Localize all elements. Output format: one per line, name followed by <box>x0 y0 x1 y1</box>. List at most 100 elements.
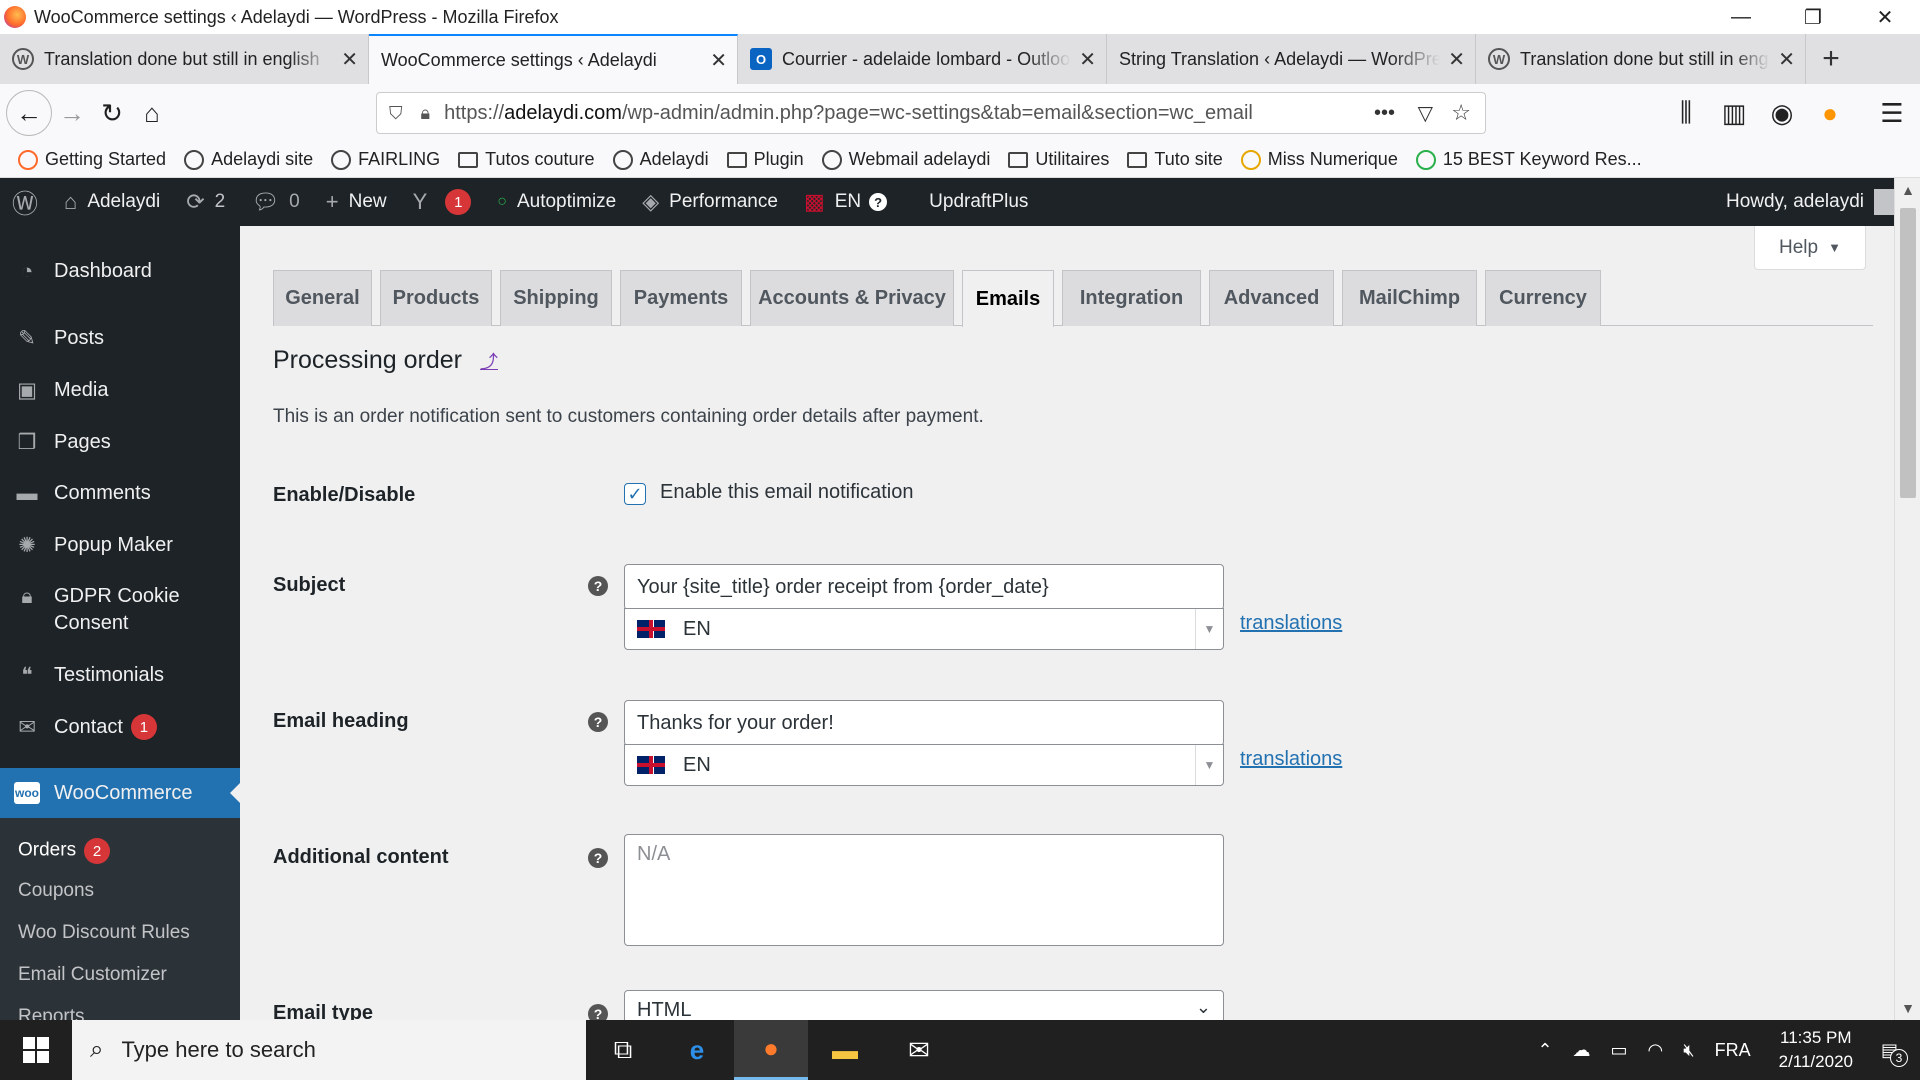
browser-tab[interactable]: String Translation ‹ Adelaydi — WordPres… <box>1107 34 1476 84</box>
bookmark[interactable]: Webmail adelaydi <box>821 149 990 170</box>
task-view-icon[interactable]: ⧉ <box>586 1020 660 1080</box>
submenu-email-customizer[interactable]: Email Customizer <box>18 964 167 986</box>
heading-translations-link[interactable]: translations <box>1240 748 1342 771</box>
adminbar-yoast[interactable]: Y1 <box>413 189 472 215</box>
bookmark[interactable]: Adelaydi site <box>184 149 313 170</box>
sidebar-item-posts[interactable]: ✎ Posts <box>0 325 240 352</box>
mail-icon[interactable]: ✉ <box>882 1020 956 1080</box>
browser-tab[interactable]: W Translation done but still in english … <box>0 34 369 84</box>
account-icon[interactable]: ◉ <box>1762 93 1802 133</box>
bookmark[interactable]: Tuto site <box>1127 149 1223 170</box>
bookmark[interactable]: FAIRLING <box>331 149 440 170</box>
adminbar-updraft[interactable]: UpdraftPlus <box>929 191 1028 213</box>
close-tab-icon[interactable]: ✕ <box>341 47 358 72</box>
extension-icon[interactable]: ● <box>1810 93 1850 133</box>
tab-accounts-privacy[interactable]: Accounts & Privacy <box>750 270 954 326</box>
help-tip-icon[interactable]: ? <box>588 712 608 732</box>
close-tab-icon[interactable]: ✕ <box>1778 47 1795 72</box>
adminbar-site[interactable]: ⌂ Adelaydi <box>64 189 160 215</box>
tab-currency[interactable]: Currency <box>1485 270 1601 326</box>
help-button[interactable]: Help ▼ <box>1754 226 1866 270</box>
battery-icon[interactable]: ▭ <box>1611 1040 1628 1061</box>
enable-checkbox-label[interactable]: Enable this email notification <box>660 481 913 504</box>
wifi-icon[interactable]: ◠ <box>1648 1040 1664 1061</box>
up-link-icon[interactable]: ⤴ <box>480 352 498 372</box>
sidebar-item-gdpr[interactable]: 🔒︎ GDPR Cookie Consent <box>0 583 240 637</box>
reload-icon[interactable]: ↻ <box>92 93 132 133</box>
input-language[interactable]: FRA <box>1715 1040 1751 1061</box>
adminbar-performance[interactable]: ◈ Performance <box>642 189 778 215</box>
more-icon[interactable]: ••• <box>1374 102 1395 125</box>
firefox-taskbar-icon[interactable]: ● <box>734 1020 808 1080</box>
restore-button[interactable]: ❐ <box>1784 0 1842 34</box>
enable-checkbox[interactable]: ✓ <box>624 483 646 505</box>
bookmark[interactable]: 15 BEST Keyword Res... <box>1415 149 1642 170</box>
help-tip-icon[interactable]: ? <box>588 848 608 868</box>
file-explorer-icon[interactable]: ▬ <box>808 1020 882 1080</box>
bookmark[interactable]: Miss Numerique <box>1240 149 1398 170</box>
taskbar-search[interactable]: ⌕ Type here to search <box>72 1020 586 1080</box>
close-window-button[interactable]: ✕ <box>1856 0 1914 34</box>
clock[interactable]: 11:35 PM 2/11/2020 <box>1779 1026 1853 1074</box>
submenu-woo-discount-rules[interactable]: Woo Discount Rules <box>18 922 190 944</box>
adminbar-new[interactable]: + New <box>326 189 387 215</box>
adminbar-language[interactable]: ▩ EN? <box>804 189 888 215</box>
bookmark[interactable]: Adelaydi <box>612 149 709 170</box>
tab-products[interactable]: Products <box>380 270 492 326</box>
tab-general[interactable]: General <box>273 270 372 326</box>
adminbar-comments[interactable]: 💬︎ 0 <box>251 189 300 215</box>
tab-shipping[interactable]: Shipping <box>500 270 612 326</box>
chevron-up-icon[interactable]: ⌃ <box>1537 1040 1552 1061</box>
address-bar[interactable]: ⛉ 🔒︎ https://adelaydi.com/wp-admin/admin… <box>376 92 1486 134</box>
subject-language-select[interactable]: EN ▼ <box>624 608 1224 650</box>
additional-content-textarea[interactable]: N/A <box>624 834 1224 946</box>
tab-payments[interactable]: Payments <box>620 270 742 326</box>
notifications-icon[interactable]: ▤ 3 <box>1881 1040 1908 1067</box>
edge-icon[interactable]: e <box>660 1020 734 1080</box>
adminbar-updates[interactable]: ⟳ 2 <box>186 189 225 215</box>
bookmark[interactable]: Tutos couture <box>458 149 595 170</box>
heading-language-select[interactable]: EN ▼ <box>624 744 1224 786</box>
sidebar-item-popup-maker[interactable]: ✺ Popup Maker <box>0 532 240 559</box>
sidebar-item-woocommerce[interactable]: woo WooCommerce <box>0 768 240 818</box>
tab-emails[interactable]: Emails <box>962 270 1054 327</box>
sidebar-item-media[interactable]: ▣ Media <box>0 377 240 404</box>
sidebar-item-testimonials[interactable]: ❝ Testimonials <box>0 662 240 689</box>
start-button[interactable] <box>0 1020 72 1080</box>
help-tip-icon[interactable]: ? <box>588 1004 608 1020</box>
sidebar-item-pages[interactable]: ❒ Pages <box>0 429 240 456</box>
back-arrow-icon[interactable]: ← <box>6 90 52 136</box>
home-icon[interactable]: ⌂ <box>132 93 172 133</box>
bookmark[interactable]: Plugin <box>726 149 804 170</box>
submenu-coupons[interactable]: Coupons <box>18 880 94 902</box>
adminbar-account[interactable]: Howdy, adelaydi <box>1726 189 1900 215</box>
new-tab-button[interactable]: + <box>1806 34 1856 84</box>
speaker-muted-icon[interactable]: 🔇︎ <box>1683 1040 1694 1061</box>
sidebar-item-contact[interactable]: ✉ Contact 1 <box>0 714 240 741</box>
email-type-select[interactable]: HTML ⌄ <box>624 990 1224 1020</box>
cloud-icon[interactable]: ☁ <box>1573 1040 1591 1061</box>
library-icon[interactable]: ⫼ <box>1666 93 1706 133</box>
minimize-button[interactable]: — <box>1712 0 1770 34</box>
adminbar-autoptimize[interactable]: ○ Autoptimize <box>497 191 616 213</box>
tab-integration[interactable]: Integration <box>1062 270 1201 326</box>
tab-advanced[interactable]: Advanced <box>1209 270 1334 326</box>
close-tab-icon[interactable]: ✕ <box>710 48 727 73</box>
page-scrollbar[interactable]: ▲ ▼ <box>1894 178 1920 1020</box>
subject-translations-link[interactable]: translations <box>1240 612 1342 635</box>
help-tip-icon[interactable]: ? <box>588 576 608 596</box>
email-heading-input[interactable]: Thanks for your order! <box>624 700 1224 746</box>
close-tab-icon[interactable]: ✕ <box>1079 47 1096 72</box>
sidebar-icon[interactable]: ▥ <box>1714 93 1754 133</box>
submenu-reports[interactable]: Reports <box>18 1006 85 1020</box>
pocket-icon[interactable]: ▽ <box>1418 101 1433 126</box>
menu-icon[interactable]: ☰ <box>1872 93 1912 133</box>
sidebar-item-dashboard[interactable]: ◔ Dashboard <box>0 258 240 285</box>
sidebar-item-comments[interactable]: ▬ Comments <box>0 480 240 507</box>
close-tab-icon[interactable]: ✕ <box>1448 47 1465 72</box>
browser-tab-active[interactable]: WooCommerce settings ‹ Adelaydi ✕ <box>369 34 738 84</box>
bookmark[interactable]: Getting Started <box>18 149 166 170</box>
bookmark[interactable]: Utilitaires <box>1008 149 1109 170</box>
browser-tab[interactable]: W Translation done but still in english … <box>1476 34 1806 84</box>
browser-tab[interactable]: O Courrier - adelaide lombard - Outlook … <box>738 34 1107 84</box>
